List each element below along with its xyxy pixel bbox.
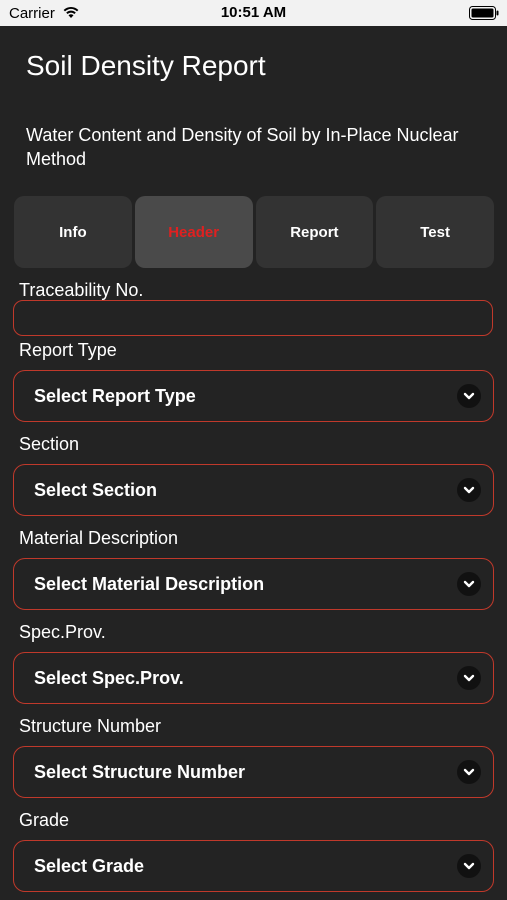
material-select[interactable]: Select Material Description (13, 558, 494, 610)
battery-icon (469, 6, 499, 20)
chevron-down-icon (457, 478, 481, 502)
grade-label: Grade (19, 810, 70, 830)
page-title: Soil Density Report (26, 50, 266, 81)
status-bar: Carrier 10:51 AM (0, 0, 507, 26)
section-label: Section (19, 434, 80, 454)
material-value: Select Material Description (34, 574, 265, 594)
tab-report[interactable]: Report (255, 196, 374, 268)
clock: 10:51 AM (220, 4, 287, 21)
structure-select[interactable]: Select Structure Number (13, 746, 494, 798)
spec-value: Select Spec.Prov. (34, 668, 184, 688)
material-label: Material Description (19, 528, 179, 548)
chevron-down-icon (457, 572, 481, 596)
section-value: Select Section (34, 480, 158, 500)
tab-test[interactable]: Test (376, 196, 494, 268)
structure-value: Select Structure Number (34, 762, 246, 782)
report-type-value: Select Report Type (34, 386, 196, 406)
grade-select[interactable]: Select Grade (13, 840, 494, 892)
grade-value: Select Grade (34, 856, 145, 876)
tab-bar: Info Header Report Test (14, 196, 494, 268)
spec-select[interactable]: Select Spec.Prov. (13, 652, 494, 704)
report-type-select[interactable]: Select Report Type (13, 370, 494, 422)
tab-info[interactable]: Info (14, 196, 132, 268)
report-type-label: Report Type (19, 340, 117, 360)
traceability-input[interactable] (13, 300, 493, 336)
chevron-down-icon (457, 384, 481, 408)
structure-label: Structure Number (19, 716, 162, 736)
spec-label: Spec.Prov. (19, 622, 106, 642)
page-subtitle: Water Content and Density of Soil by In-… (26, 125, 459, 169)
chevron-down-icon (457, 760, 481, 784)
tab-header[interactable]: Header (134, 196, 253, 268)
chevron-down-icon (457, 666, 481, 690)
chevron-down-icon (457, 854, 481, 878)
section-select[interactable]: Select Section (13, 464, 494, 516)
traceability-label: Traceability No. (19, 280, 144, 300)
